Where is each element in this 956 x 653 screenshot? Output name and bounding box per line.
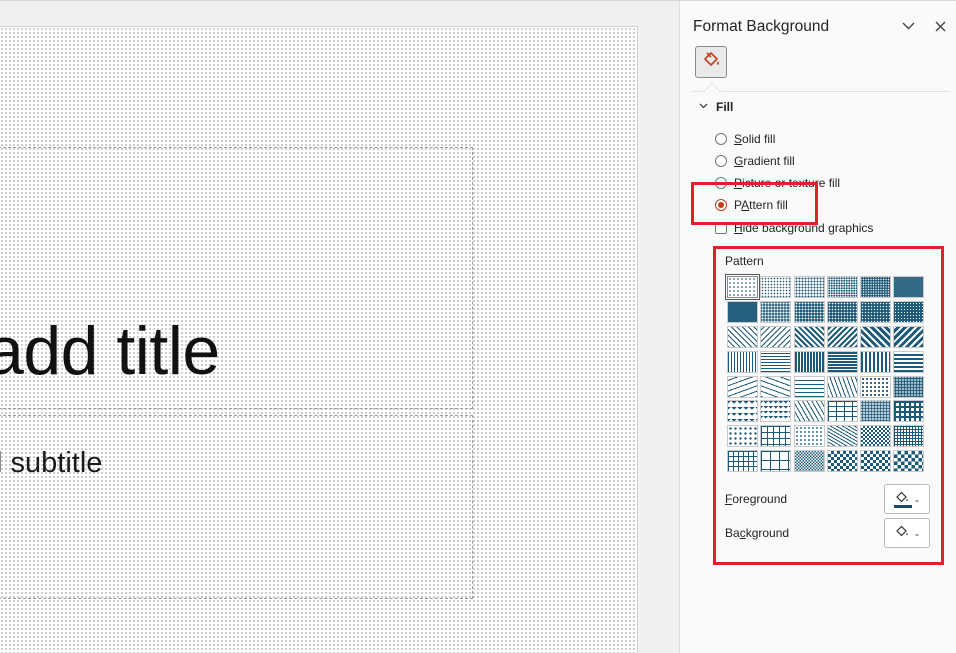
chevron-down-icon: ⌄	[913, 494, 921, 504]
pattern-gallery	[725, 274, 925, 473]
background-label: Background	[725, 526, 790, 540]
picture-texture-fill-radio[interactable]: Picture or texture fill	[715, 174, 840, 192]
checkbox[interactable]	[715, 222, 727, 234]
paint-bucket-icon	[700, 49, 722, 76]
pattern-swatch[interactable]	[860, 450, 892, 473]
pattern-swatch[interactable]	[727, 350, 758, 373]
radio-button-selected[interactable]	[715, 199, 727, 211]
pattern-swatch[interactable]	[860, 350, 892, 373]
background-row: Background ⌄	[725, 518, 930, 548]
pattern-swatch[interactable]	[760, 300, 792, 323]
pattern-swatch[interactable]	[793, 450, 825, 473]
pattern-swatch[interactable]	[860, 325, 892, 348]
pattern-swatch[interactable]	[826, 300, 858, 323]
pattern-swatch[interactable]	[793, 425, 825, 448]
pattern-swatch[interactable]	[760, 400, 792, 423]
hide-background-graphics-label: Hide background graphics	[734, 221, 874, 235]
hide-background-graphics-checkbox[interactable]: Hide background graphics	[715, 219, 873, 237]
pattern-swatch[interactable]	[893, 375, 925, 398]
subtitle-placeholder-text: l subtitle	[0, 447, 103, 479]
solid-fill-radio[interactable]: Solid fill	[715, 130, 775, 148]
pattern-swatch[interactable]	[893, 450, 925, 473]
pattern-swatch[interactable]	[760, 325, 792, 348]
pattern-swatch[interactable]	[826, 276, 858, 298]
pattern-swatch[interactable]	[860, 375, 892, 398]
pattern-swatch[interactable]	[893, 300, 925, 323]
pattern-swatch[interactable]	[760, 425, 792, 448]
solid-fill-label: Solid fill	[734, 132, 776, 146]
pattern-swatch[interactable]	[760, 350, 792, 373]
radio-button[interactable]	[715, 155, 727, 167]
slide[interactable]: add title l subtitle	[0, 26, 638, 653]
pattern-swatch[interactable]	[760, 450, 792, 473]
pattern-fill-label: PAttern fill	[734, 198, 788, 212]
paint-bucket-icon	[894, 524, 910, 543]
gradient-fill-radio[interactable]: Gradient fill	[715, 152, 795, 170]
pattern-swatch[interactable]	[793, 375, 825, 398]
background-color-picker[interactable]: ⌄	[884, 518, 930, 548]
pattern-swatch[interactable]	[826, 450, 858, 473]
pattern-swatch[interactable]	[860, 300, 892, 323]
pattern-swatch[interactable]	[727, 450, 758, 473]
gradient-fill-label: Gradient fill	[734, 154, 795, 168]
chevron-down-icon: ⌄	[913, 528, 921, 538]
foreground-label: Foreground	[725, 492, 788, 506]
pattern-swatch[interactable]	[860, 400, 892, 423]
pattern-swatch[interactable]	[893, 325, 925, 348]
pattern-swatch[interactable]	[727, 375, 758, 398]
radio-button[interactable]	[715, 177, 727, 189]
picture-texture-fill-label: Picture or texture fill	[734, 176, 841, 190]
pattern-swatch-selected[interactable]	[725, 274, 760, 300]
pattern-label: Pattern	[725, 254, 764, 268]
slide-canvas-area: add title l subtitle	[0, 0, 679, 653]
pattern-swatch[interactable]	[727, 300, 758, 323]
pattern-swatch[interactable]	[793, 300, 825, 323]
format-background-pane: Format Background Fill Solid fill Gradie…	[679, 0, 956, 653]
radio-button[interactable]	[715, 133, 727, 145]
pattern-fill-radio[interactable]: PAttern fill	[715, 196, 788, 214]
tab-divider	[693, 91, 949, 92]
title-placeholder-text: add title	[0, 313, 220, 389]
pattern-swatch[interactable]	[826, 425, 858, 448]
pattern-swatch[interactable]	[893, 425, 925, 448]
pattern-swatch[interactable]	[893, 276, 925, 298]
pattern-swatch[interactable]	[727, 425, 758, 448]
pattern-swatch[interactable]	[826, 400, 858, 423]
pattern-swatch[interactable]	[760, 276, 792, 298]
pattern-swatch[interactable]	[793, 325, 825, 348]
pattern-swatch[interactable]	[793, 400, 825, 423]
pattern-swatch[interactable]	[860, 425, 892, 448]
pattern-swatch[interactable]	[727, 400, 758, 423]
pattern-swatch[interactable]	[793, 350, 825, 373]
pattern-swatch[interactable]	[860, 276, 892, 298]
pattern-swatch[interactable]	[727, 325, 758, 348]
subtitle-placeholder[interactable]	[0, 415, 473, 599]
pattern-swatch[interactable]	[893, 400, 925, 423]
pattern-swatch[interactable]	[760, 375, 792, 398]
chevron-down-icon[interactable]	[898, 15, 918, 37]
pane-title: Format Background	[693, 18, 830, 35]
foreground-color-bar	[894, 505, 912, 508]
fill-tab[interactable]	[695, 46, 727, 78]
close-icon[interactable]	[930, 15, 950, 37]
foreground-row: Foreground ⌄	[725, 484, 930, 514]
tab-notch	[703, 82, 721, 100]
fill-section-header[interactable]: Fill	[699, 100, 733, 114]
pattern-swatch[interactable]	[893, 350, 925, 373]
chevron-down-icon	[699, 101, 708, 112]
pattern-swatch[interactable]	[826, 350, 858, 373]
pattern-swatch[interactable]	[826, 375, 858, 398]
fill-section-label: Fill	[716, 100, 734, 114]
foreground-color-picker[interactable]: ⌄	[884, 484, 930, 514]
pattern-swatch[interactable]	[793, 276, 825, 298]
pattern-swatch[interactable]	[826, 325, 858, 348]
